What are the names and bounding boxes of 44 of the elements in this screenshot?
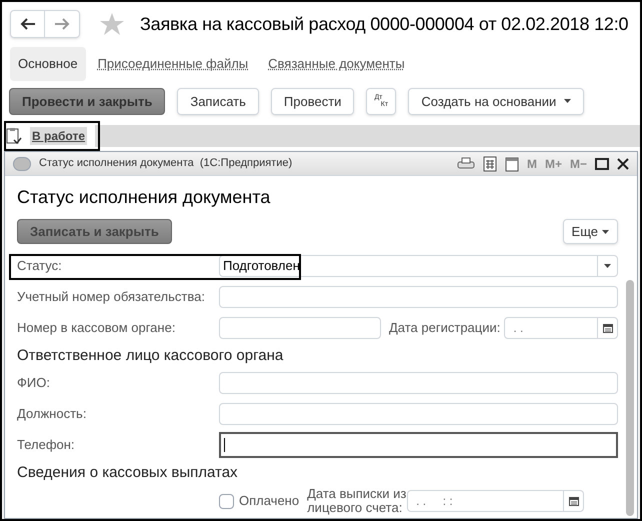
- toolbar-button[interactable]: Провести: [270, 88, 354, 115]
- caret-icon: [564, 99, 572, 104]
- toolbar-button[interactable]: Записать: [177, 88, 259, 115]
- tab[interactable]: Связанные документы: [260, 46, 413, 81]
- status-link[interactable]: В работе: [30, 127, 87, 145]
- forward-arrow-icon: [54, 18, 70, 30]
- caret-icon: [602, 230, 609, 234]
- field-label: Должность:: [17, 404, 88, 423]
- tab[interactable]: Присоединенные файлы: [90, 46, 256, 81]
- date-time-field[interactable]: . . : :: [407, 490, 584, 512]
- back-arrow-icon: [20, 18, 36, 30]
- section-heading: Ответственное лицо кассового органа: [17, 346, 284, 366]
- field-label: Номер в кассовом органе:: [17, 318, 176, 337]
- dialog-title: Статус исполнения документа (1С:Предприятие): [39, 156, 294, 172]
- field-label: ФИО:: [17, 374, 51, 392]
- calendar-icon[interactable]: [602, 322, 612, 332]
- date-field[interactable]: . .: [504, 316, 618, 338]
- calculator-icon[interactable]: [482, 156, 497, 172]
- post-and-close-button[interactable]: Провести и закрыть: [9, 88, 166, 115]
- checkbox[interactable]: [219, 494, 234, 508]
- calendar-icon[interactable]: [568, 496, 579, 506]
- maximize-icon[interactable]: [595, 158, 609, 170]
- close-icon[interactable]: [617, 158, 629, 170]
- star-icon[interactable]: [100, 12, 124, 36]
- field-label: Статус:: [17, 257, 63, 276]
- dialog-heading: Статус исполнения документа: [17, 186, 272, 209]
- section-heading: Сведения о кассовых выплатах: [17, 462, 238, 482]
- field-label: Дата выписки из лицевого счета:: [307, 487, 408, 515]
- document-title: Заявка на кассовый расход 0000-000004 от 02.02.2018 12:0: [140, 12, 628, 36]
- scrollbar[interactable]: [626, 280, 634, 516]
- field-label: Дата регистрации:: [389, 318, 500, 337]
- text-cursor: [224, 438, 225, 452]
- printer-icon[interactable]: [456, 156, 475, 170]
- status-dropdown[interactable]: Подготовлен: [219, 255, 618, 277]
- calendar-icon[interactable]: [504, 156, 519, 172]
- app-logo-icon: [13, 156, 31, 170]
- field-label: Телефон:: [17, 436, 76, 454]
- create-based-on-button[interactable]: Создать на основании: [408, 88, 584, 115]
- caret-icon: [604, 264, 611, 268]
- more-button[interactable]: Еще: [562, 219, 618, 244]
- tab[interactable]: Основное: [10, 46, 86, 81]
- checkbox-label: Оплачено: [239, 492, 300, 510]
- input-field[interactable]: [219, 432, 618, 458]
- field-label: Учетный номер обязательства:: [17, 288, 206, 306]
